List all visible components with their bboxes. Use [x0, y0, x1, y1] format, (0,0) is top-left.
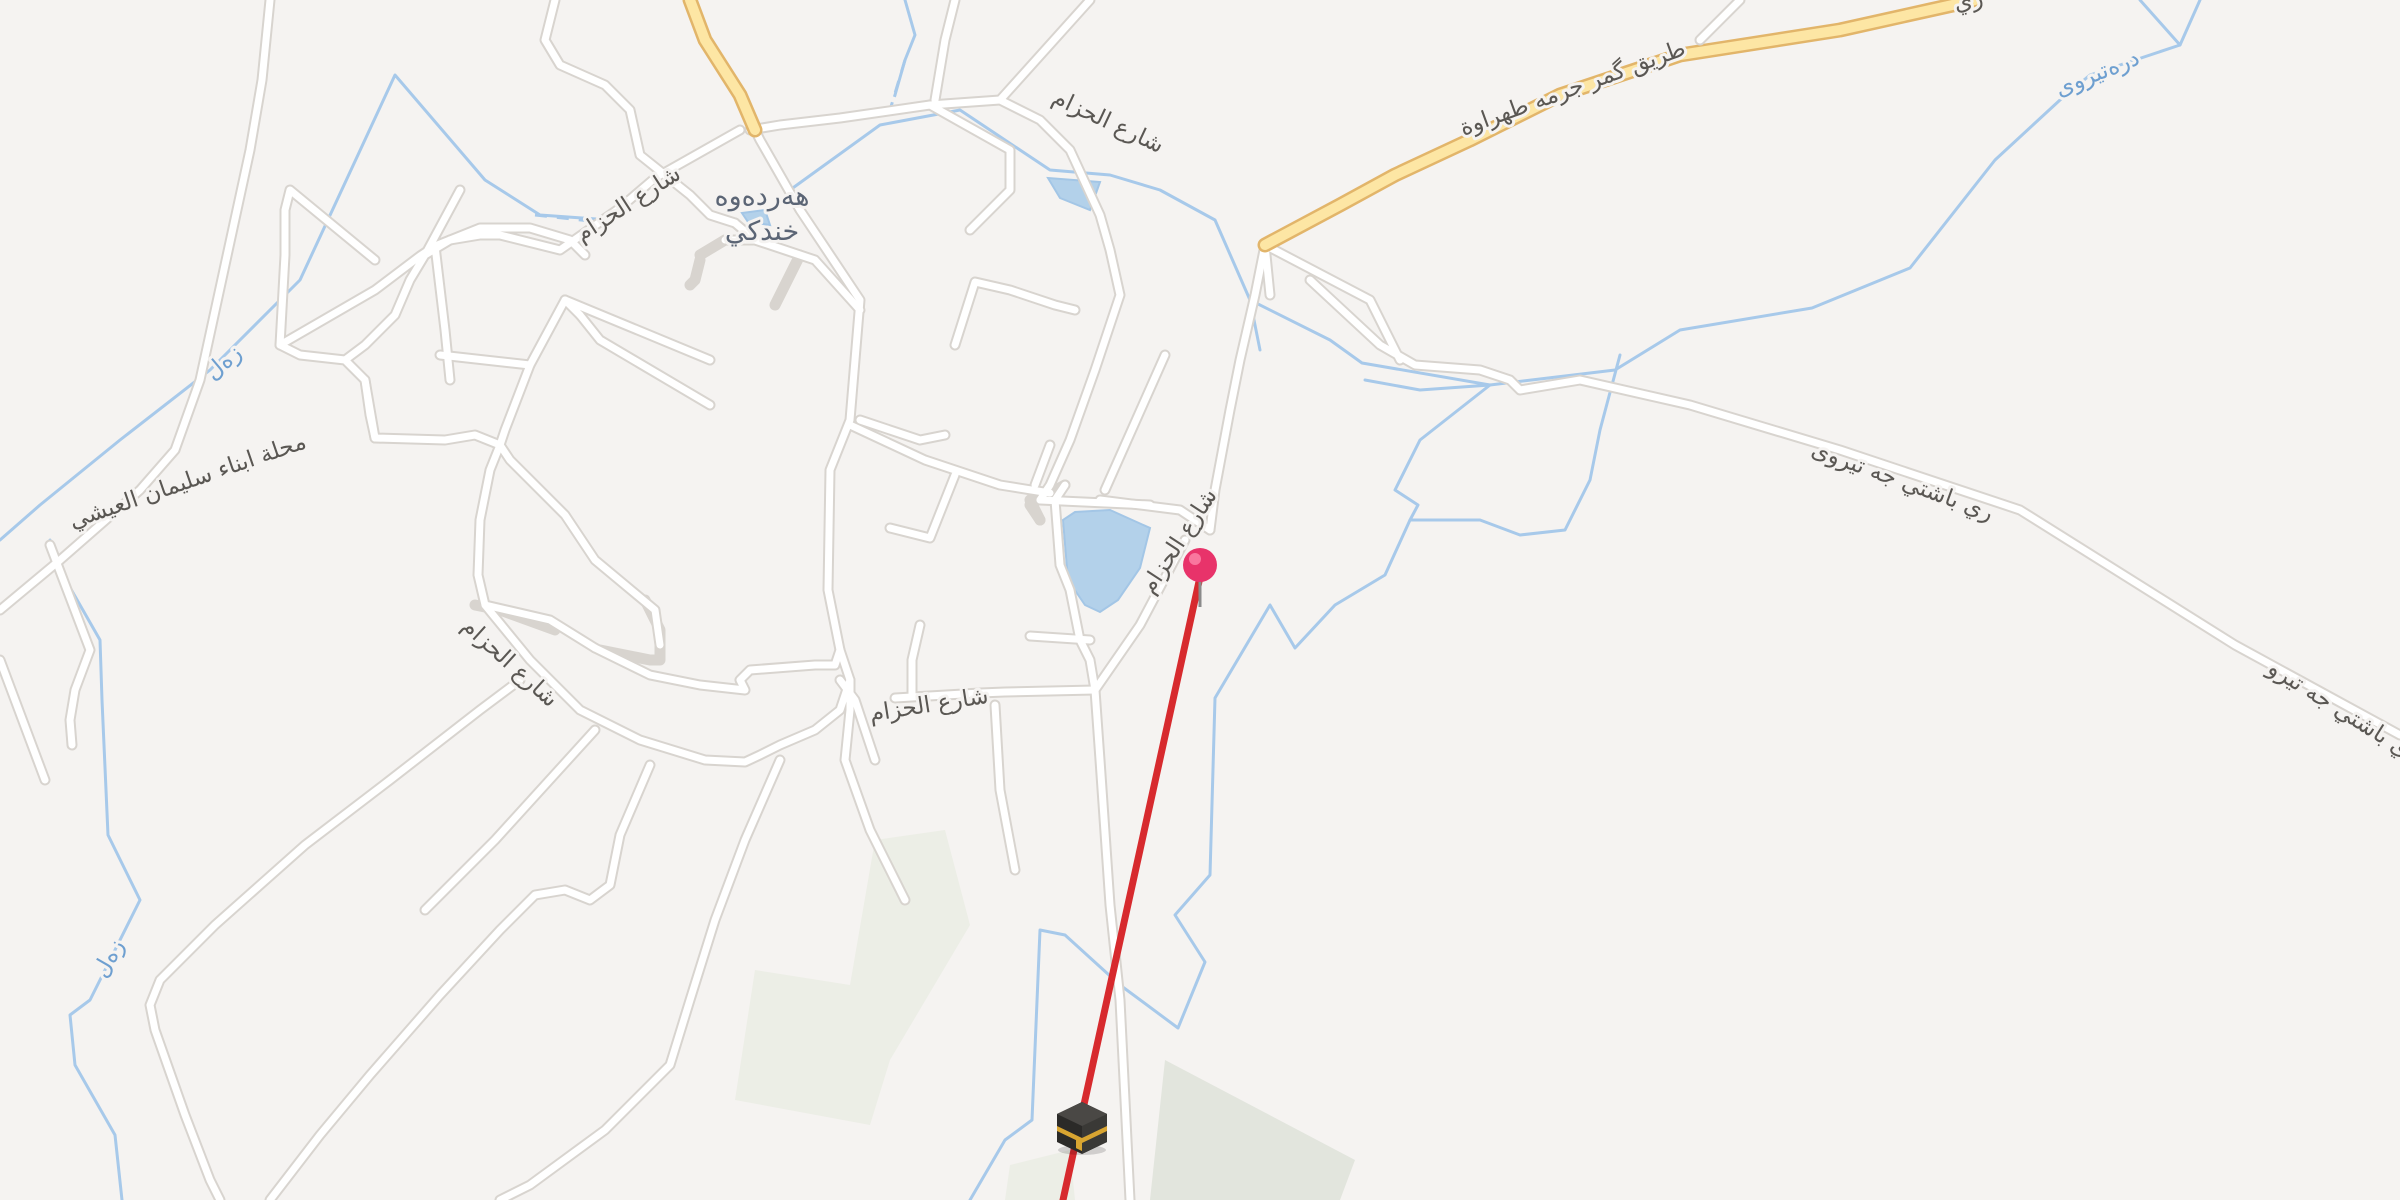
road-label: محلة ابناء سليمان العيشي: [66, 429, 310, 535]
road-label: شارع الحزام: [868, 683, 991, 727]
road-label: ري باشتي جه تيرو: [2262, 655, 2400, 770]
stream-label: زه‌ل: [88, 935, 130, 983]
stream-label: دره‌تيروى: [2051, 45, 2143, 102]
pin-icon[interactable]: [1183, 548, 1217, 607]
road-label: ري باشتي جه تيروى: [1808, 436, 1997, 526]
map-canvas[interactable]: شارع الحزام شارع الحزام شارع الحزام شارع…: [0, 0, 2400, 1200]
highways: [682, 0, 1983, 253]
landuse-areas: [735, 830, 1355, 1200]
kaaba-icon[interactable]: [1057, 1102, 1107, 1155]
place-label: خندكي: [725, 216, 799, 247]
map-labels: شارع الحزام شارع الحزام شارع الحزام شارع…: [63, 0, 2400, 985]
road-label: ري: [1952, 0, 1986, 17]
road-label: طريق گمر جرمه طهراوة: [1456, 35, 1689, 142]
road-label: شارع الحزام: [571, 161, 686, 248]
place-label: هه‌رده‌وه: [714, 181, 809, 212]
